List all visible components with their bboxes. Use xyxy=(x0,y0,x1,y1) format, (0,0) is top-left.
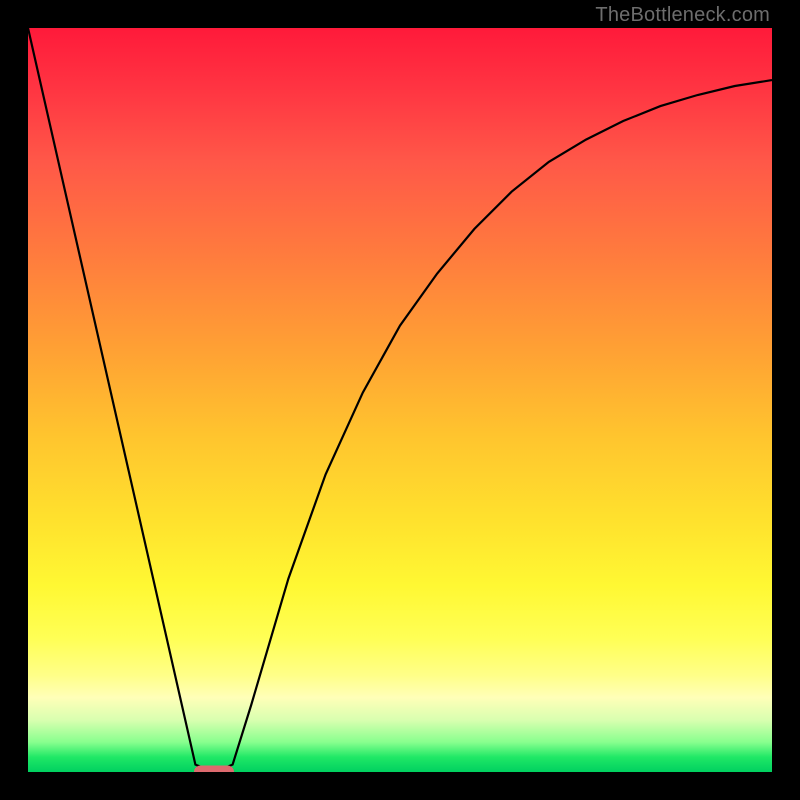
watermark-text: TheBottleneck.com xyxy=(595,4,770,27)
chart-frame xyxy=(0,0,800,800)
